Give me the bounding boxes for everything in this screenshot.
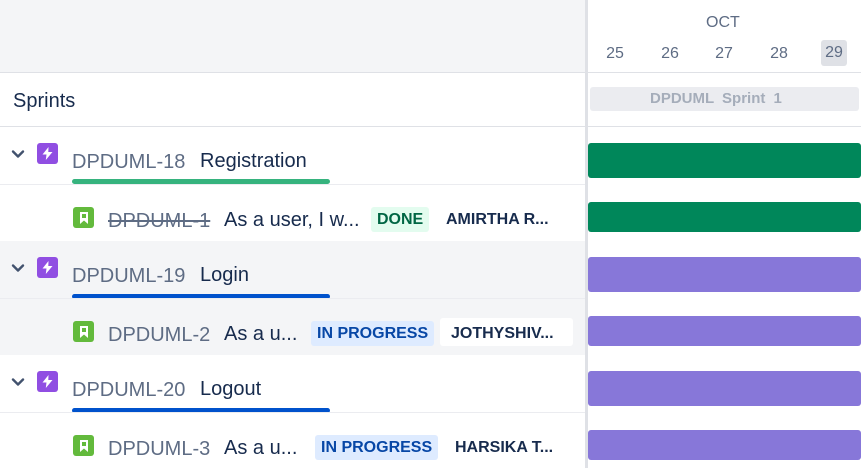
timeline-bar-registration[interactable]	[588, 143, 861, 178]
issue-title[interactable]: Logout	[200, 378, 261, 401]
story-row[interactable]: DPDUML-3 As a u... IN PROGRESS HARSIKA T…	[0, 412, 585, 468]
status-badge[interactable]: IN PROGRESS	[315, 435, 439, 460]
story-row[interactable]: DPDUML-2 As a u... IN PROGRESS JOTHYSHIV…	[0, 298, 585, 355]
timeline-bar-login[interactable]	[588, 257, 861, 292]
issue-key[interactable]: DPDUML-18	[72, 151, 185, 174]
issue-key[interactable]: DPDUML-2	[108, 324, 210, 347]
issue-key[interactable]: DPDUML-20	[72, 379, 185, 402]
timeline-bar-logout[interactable]	[588, 371, 861, 406]
lightning-bolt-icon	[37, 143, 58, 164]
bookmark-icon	[73, 207, 94, 228]
timeline-bar-story[interactable]	[588, 430, 861, 460]
issue-title[interactable]: As a user, I w...	[224, 209, 368, 232]
bookmark-icon	[73, 435, 94, 456]
timeline-header: OCT 25 26 27 28 29	[588, 0, 861, 73]
chevron-down-icon[interactable]	[11, 147, 25, 161]
issue-list-panel: Sprints DPDUML-18 Registration DPDUML-1 …	[0, 0, 585, 468]
day-label: 26	[661, 45, 679, 62]
issue-key[interactable]: DPDUML-3	[108, 438, 210, 461]
bookmark-icon	[73, 321, 94, 342]
timeline-panel: OCT 25 26 27 28 29 DPDUML Sprint 1	[588, 0, 861, 468]
assignee-field[interactable]: JOTHYSHIV...	[440, 318, 573, 346]
epic-row-logout[interactable]: DPDUML-20 Logout	[0, 355, 585, 413]
sprint-bar[interactable]: DPDUML Sprint 1	[590, 87, 859, 111]
timeline-bar-story[interactable]	[588, 202, 861, 232]
sprints-row: Sprints	[0, 73, 585, 127]
list-header	[0, 0, 585, 73]
month-label: OCT	[706, 14, 740, 31]
day-label: 25	[606, 45, 624, 62]
timeline-separator	[588, 126, 861, 127]
chevron-down-icon[interactable]	[11, 261, 25, 275]
issue-key[interactable]: DPDUML-1	[108, 210, 210, 233]
issue-title[interactable]: As a u...	[224, 323, 308, 346]
assignee-name[interactable]: HARSIKA T...	[455, 439, 553, 457]
assignee-name[interactable]: JOTHYSHIV...	[451, 325, 554, 343]
issue-title[interactable]: Registration	[200, 150, 307, 173]
lightning-bolt-icon	[37, 371, 58, 392]
epic-row-login[interactable]: DPDUML-19 Login	[0, 241, 585, 299]
sprints-label: Sprints	[13, 90, 76, 112]
epic-row-registration[interactable]: DPDUML-18 Registration	[0, 127, 585, 184]
status-badge[interactable]: DONE	[371, 207, 430, 232]
issue-title[interactable]: Login	[200, 264, 249, 287]
status-badge[interactable]: IN PROGRESS	[311, 321, 435, 346]
chevron-down-icon[interactable]	[11, 375, 25, 389]
issue-title[interactable]: As a u...	[224, 437, 308, 460]
issue-key[interactable]: DPDUML-19	[72, 265, 185, 288]
lightning-bolt-icon	[37, 257, 58, 278]
assignee-name[interactable]: AMIRTHA R...	[446, 211, 549, 229]
day-label-today: 29	[821, 40, 847, 66]
day-label: 27	[715, 45, 733, 62]
timeline-bar-story[interactable]	[588, 316, 861, 346]
day-label: 28	[770, 45, 788, 62]
story-row[interactable]: DPDUML-1 As a user, I w... DONE AMIRTHA …	[0, 184, 585, 241]
